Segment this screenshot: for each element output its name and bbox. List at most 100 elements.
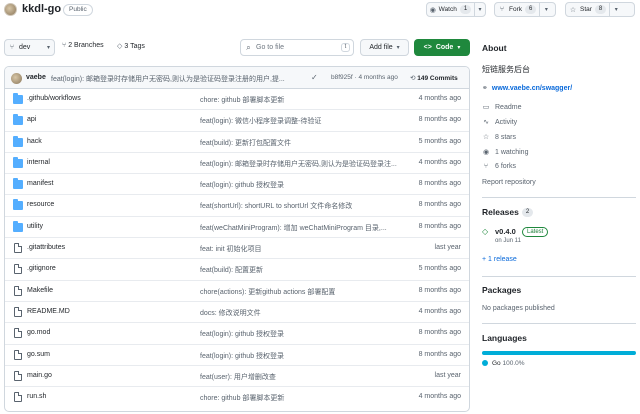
file-commit-message[interactable]: feat(build): 更新打包配置文件 [200, 138, 400, 148]
chevron-down-icon[interactable]: ▾ [475, 6, 485, 13]
fork-button[interactable]: ⑂ Fork 6 ▾ [494, 2, 556, 17]
homepage-link[interactable]: ⚭ www.vaebe.cn/swagger/ [482, 84, 573, 93]
file-commit-message[interactable]: docs: 修改说明文件 [200, 308, 400, 318]
watch-button[interactable]: ◉ Watch 1 ▾ [426, 2, 486, 17]
file-row[interactable]: Makefile chore(actions): 更新github actions… [5, 281, 469, 302]
file-commit-message[interactable]: feat(build): 配置更新 [200, 265, 400, 275]
file-row[interactable]: .gitignore feat(build): 配置更新 5 months ago [5, 259, 469, 281]
star-button[interactable]: ☆ Star 8 ▾ [565, 2, 635, 17]
activity-link[interactable]: ∿ Activity [482, 118, 517, 127]
language-color-dot [482, 360, 488, 367]
star-icon: ☆ [482, 134, 490, 141]
file-name-link[interactable]: api [27, 116, 36, 123]
chevron-down-icon[interactable]: ▾ [540, 6, 552, 13]
watch-label: Watch [438, 6, 457, 13]
more-releases-link[interactable]: + 1 release [482, 256, 517, 263]
file-row[interactable]: utility feat(weChatMiniProgram): 增加 weCha… [5, 217, 469, 239]
file-commit-time: last year [434, 244, 461, 252]
release-version: v0.4.0 [495, 227, 516, 236]
file-name-link[interactable]: go.mod [27, 329, 50, 336]
file-name-link[interactable]: Makefile [27, 287, 53, 294]
file-name-link[interactable]: README.MD [27, 308, 70, 315]
file-commit-message[interactable]: feat(user): 用户增删改查 [200, 372, 400, 382]
file-row[interactable]: run.sh chore: github 部署脚本更新 4 months ago [5, 387, 469, 408]
file-commit-message[interactable]: feat(login): github 授权登录 [200, 180, 400, 190]
file-commit-message[interactable]: feat: init 初始化项目 [200, 244, 400, 254]
file-name-link[interactable]: .github/workflows [27, 95, 81, 102]
watching-link[interactable]: ◉ 1 watching [482, 148, 529, 157]
file-commit-message[interactable]: feat(weChatMiniProgram): 增加 weChatMiniPr… [200, 223, 400, 233]
file-commit-time: 8 months ago [418, 201, 461, 209]
file-name-link[interactable]: utility [27, 223, 43, 230]
file-commit-message[interactable]: feat(login): github 授权登录 [200, 351, 400, 361]
eye-icon: ◉ [482, 149, 490, 156]
file-row[interactable]: manifest feat(login): github 授权登录 8 months… [5, 174, 469, 196]
file-commit-message[interactable]: feat(login): 邮箱登录时存储用户无密码,则认为是验证码登录注... [200, 159, 400, 169]
file-commit-message[interactable]: chore: github 部署脚本更新 [200, 393, 400, 403]
file-row[interactable]: .gitattributes feat: init 初始化项目 last year [5, 238, 469, 260]
code-label: Code [435, 44, 454, 51]
fork-count: 6 [525, 5, 537, 14]
readme-link[interactable]: ▭ Readme [482, 103, 522, 112]
repo-name[interactable]: kkdl-go [22, 3, 61, 15]
tags-link[interactable]: ◇ 3 Tags [117, 42, 145, 51]
file-icon [14, 370, 22, 381]
commit-author-avatar[interactable] [11, 73, 22, 84]
latest-release[interactable]: ◇ v0.4.0 Latest on Jun 11 [482, 227, 636, 249]
file-commit-message[interactable]: chore(actions): 更新github actions 部署配置 [200, 287, 400, 297]
check-icon[interactable]: ✓ [311, 73, 318, 82]
file-row[interactable]: resource feat(shortUrl): shortURL to shor… [5, 195, 469, 217]
file-commit-time: 4 months ago [418, 393, 461, 401]
report-repository-link[interactable]: Report repository [482, 179, 536, 186]
file-name-link[interactable]: run.sh [27, 393, 46, 400]
folder-icon [13, 135, 23, 147]
file-commit-time: 8 months ago [418, 350, 461, 358]
file-commit-time: 5 months ago [418, 265, 461, 273]
file-row[interactable]: README.MD docs: 修改说明文件 4 months ago [5, 302, 469, 324]
file-row[interactable]: .github/workflows chore: github 部署脚本更新 4 m… [5, 89, 469, 111]
file-row[interactable]: go.sum feat(login): github 授权登录 8 months a… [5, 345, 469, 366]
file-commit-message[interactable]: feat(shortUrl): shortURL to shortUrl 文件命… [200, 201, 400, 211]
repo-header: kkdl-go Public ◉ Watch 1 ▾ ⑂ Fork 6 ▾ ☆ … [0, 0, 640, 24]
packages-heading[interactable]: Packages [482, 285, 521, 295]
branch-selector[interactable]: ⑂ dev ▾ [4, 39, 55, 56]
code-button[interactable]: <> Code ▾ [414, 39, 470, 56]
file-row[interactable]: internal feat(login): 邮箱登录时存储用户无密码,则认为是验证… [5, 153, 469, 175]
file-list: .github/workflows chore: github 部署脚本更新 4 m… [5, 89, 469, 408]
file-name-link[interactable]: go.sum [27, 351, 50, 358]
commit-author[interactable]: vaebe [26, 74, 46, 81]
commits-history-link[interactable]: ⟲ 149 Commits [410, 74, 458, 82]
chevron-down-icon: ▾ [457, 45, 461, 51]
file-name-link[interactable]: resource [27, 201, 54, 208]
file-name-link[interactable]: internal [27, 159, 50, 166]
latest-badge: Latest [522, 227, 549, 237]
owner-avatar[interactable] [4, 3, 17, 16]
folder-icon [13, 93, 23, 104]
file-commit-message[interactable]: feat(login): github 授权登录 [200, 329, 400, 339]
branches-link[interactable]: ⑂ 2 Branches [62, 42, 104, 49]
file-name-link[interactable]: main.go [27, 372, 52, 379]
chevron-down-icon[interactable]: ▾ [610, 6, 622, 13]
homepage-url: www.vaebe.cn/swagger/ [491, 84, 573, 92]
forks-link[interactable]: ⑂ 6 forks [482, 163, 516, 170]
go-to-file-input[interactable]: ⌕ Go to file t [240, 39, 354, 56]
languages-heading: Languages [482, 333, 527, 343]
file-commit-message[interactable]: chore: github 部署脚本更新 [200, 95, 400, 105]
file-name-link[interactable]: .gitattributes [27, 244, 65, 251]
file-commit-message[interactable]: feat(login): 微信小程序登录调整-待验证 [200, 116, 400, 126]
pulse-icon: ∿ [483, 119, 489, 126]
file-row[interactable]: hack feat(build): 更新打包配置文件 5 months ago [5, 132, 469, 153]
file-row[interactable]: api feat(login): 微信小程序登录调整-待验证 8 months ag… [5, 110, 469, 132]
releases-heading[interactable]: Releases 2 [482, 207, 534, 218]
file-name-link[interactable]: manifest [27, 180, 53, 187]
file-row[interactable]: go.mod feat(login): github 授权登录 8 months a… [5, 323, 469, 345]
file-name-link[interactable]: .gitignore [27, 265, 56, 272]
commit-hash-time[interactable]: b8f925f · 4 months ago [331, 74, 398, 81]
language-go[interactable]: Go 100.0% [482, 360, 525, 367]
stars-link[interactable]: ☆ 8 stars [482, 133, 516, 142]
add-file-button[interactable]: Add file ▾ [360, 39, 409, 56]
file-name-link[interactable]: hack [27, 138, 42, 145]
commit-message[interactable]: feat(login): 邮箱登录时存储用户无密码,则认为是验证码登录注册的用户… [51, 74, 301, 84]
fork-label: Fork [509, 6, 522, 13]
file-row[interactable]: main.go feat(user): 用户增删改查 last year [5, 366, 469, 388]
